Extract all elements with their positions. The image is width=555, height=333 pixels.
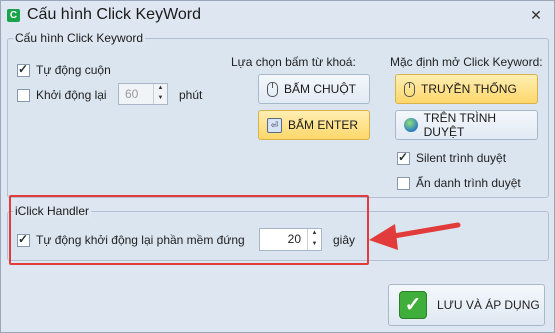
annotation-arrow-icon: [369, 222, 461, 250]
